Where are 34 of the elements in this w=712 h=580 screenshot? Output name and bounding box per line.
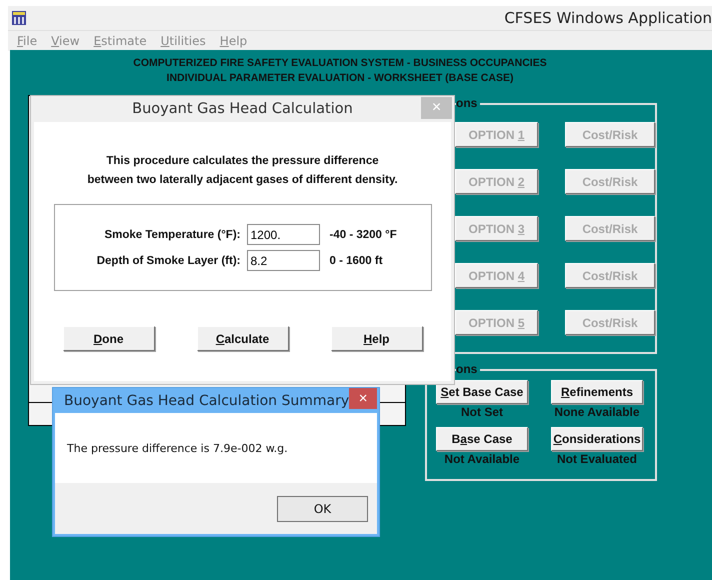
dialog-button[interactable]: Done: [62, 326, 154, 351]
menu-item[interactable]: Utilities: [160, 34, 206, 48]
app-icon: [12, 11, 26, 25]
status-text: None Available: [554, 404, 640, 421]
range-text: 0 - 1600 ft: [330, 254, 383, 266]
status-text: Not Evaluated: [556, 451, 637, 468]
menu-item[interactable]: Estimate: [94, 34, 147, 48]
status-text: Not Set: [461, 404, 503, 421]
close-button[interactable]: ×: [421, 97, 452, 119]
menu-item[interactable]: File: [17, 34, 38, 48]
menu-item[interactable]: Help: [220, 34, 248, 48]
input-field[interactable]: 8.2: [246, 250, 320, 271]
field-label: Smoke Temperature (°F):: [103, 228, 240, 240]
action-button[interactable]: Considerations: [551, 427, 643, 451]
header-text: INDIVIDUAL PARAMETER EVALUATION - WORKSHEET (BASE CASE): [166, 71, 514, 86]
close-button[interactable]: ×: [349, 388, 377, 409]
window-title: CFSES Windows Application: [504, 9, 712, 27]
input-field[interactable]: 1200.: [246, 224, 320, 245]
action-button[interactable]: Base Case: [436, 427, 528, 451]
header-text: COMPUTERIZED FIRE SAFETY EVALUATION SYSTEM - BUSINESS OCCUPANCIES: [133, 56, 547, 71]
description-text: This procedure calculates the pressure difference: [106, 155, 379, 167]
action-button[interactable]: Set Base Case: [436, 380, 528, 404]
field-label: Depth of Smoke Layer (ft):: [96, 254, 240, 266]
action-button[interactable]: Refinements: [551, 380, 643, 404]
dialog-title: Buoyant Gas Head Calculation Summary: [63, 392, 350, 408]
menu-item[interactable]: View: [51, 34, 80, 48]
dialog-button[interactable]: Calculate: [196, 326, 288, 351]
message-text: The pressure difference is 7.9e-002 w.g.: [67, 442, 288, 454]
status-text: Not Available: [444, 451, 520, 468]
ok-button[interactable]: OK: [277, 496, 368, 522]
dialog-button[interactable]: Help: [330, 326, 422, 351]
description-text: between two laterally adjacent gases of different density.: [87, 174, 398, 186]
dialog-title: Buoyant Gas Head Calculation: [132, 101, 353, 117]
range-text: -40 - 3200 °F: [330, 228, 397, 240]
